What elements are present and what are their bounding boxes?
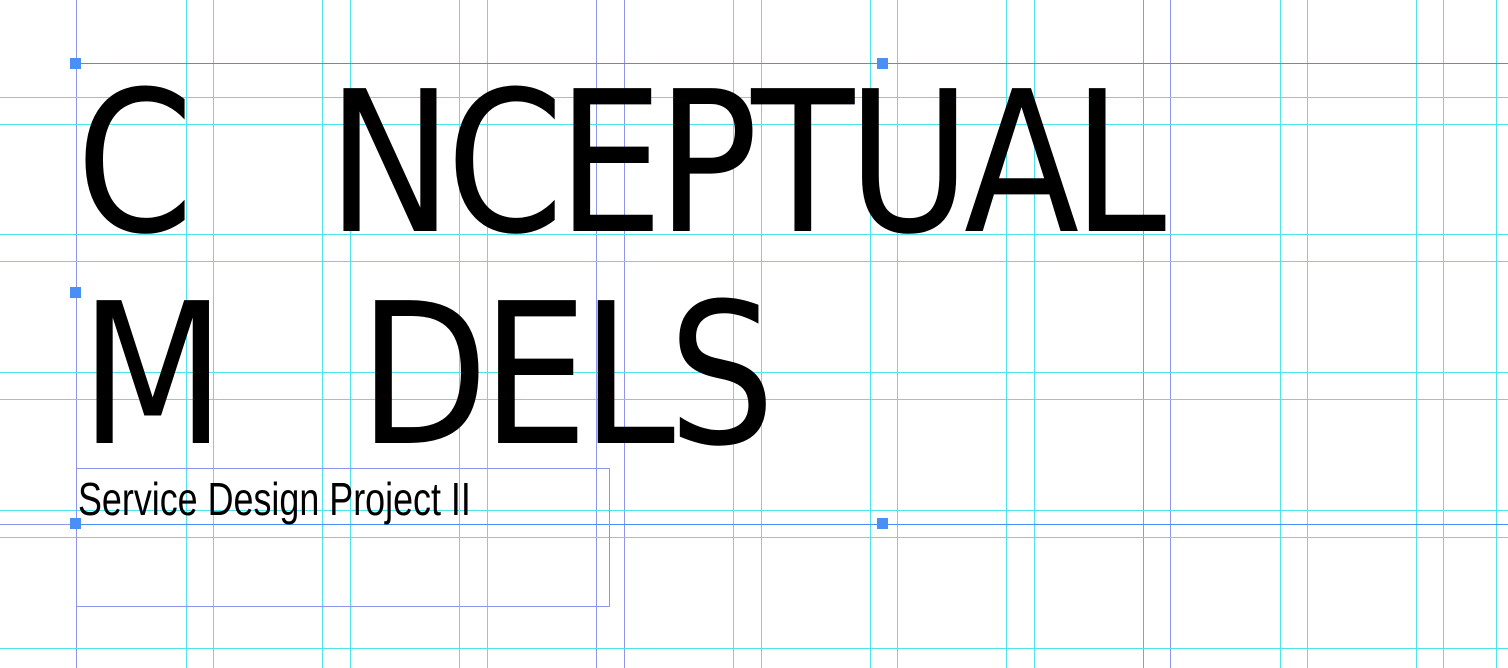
resize-handle-bottom-center[interactable] <box>877 518 888 529</box>
headline-line-1[interactable]: C NCEPTUAL <box>76 66 1166 262</box>
guide-vertical <box>1416 0 1417 668</box>
guide-vertical <box>1280 0 1281 668</box>
guide-vertical <box>1170 0 1171 668</box>
guide-vertical <box>1443 0 1444 668</box>
guide-vertical <box>1496 0 1497 668</box>
guide-horizontal <box>0 648 1508 649</box>
guide-vertical <box>1307 0 1308 668</box>
headline-line-2[interactable]: M DELS <box>80 278 775 474</box>
subtitle-text[interactable]: Service Design Project II <box>78 472 471 526</box>
